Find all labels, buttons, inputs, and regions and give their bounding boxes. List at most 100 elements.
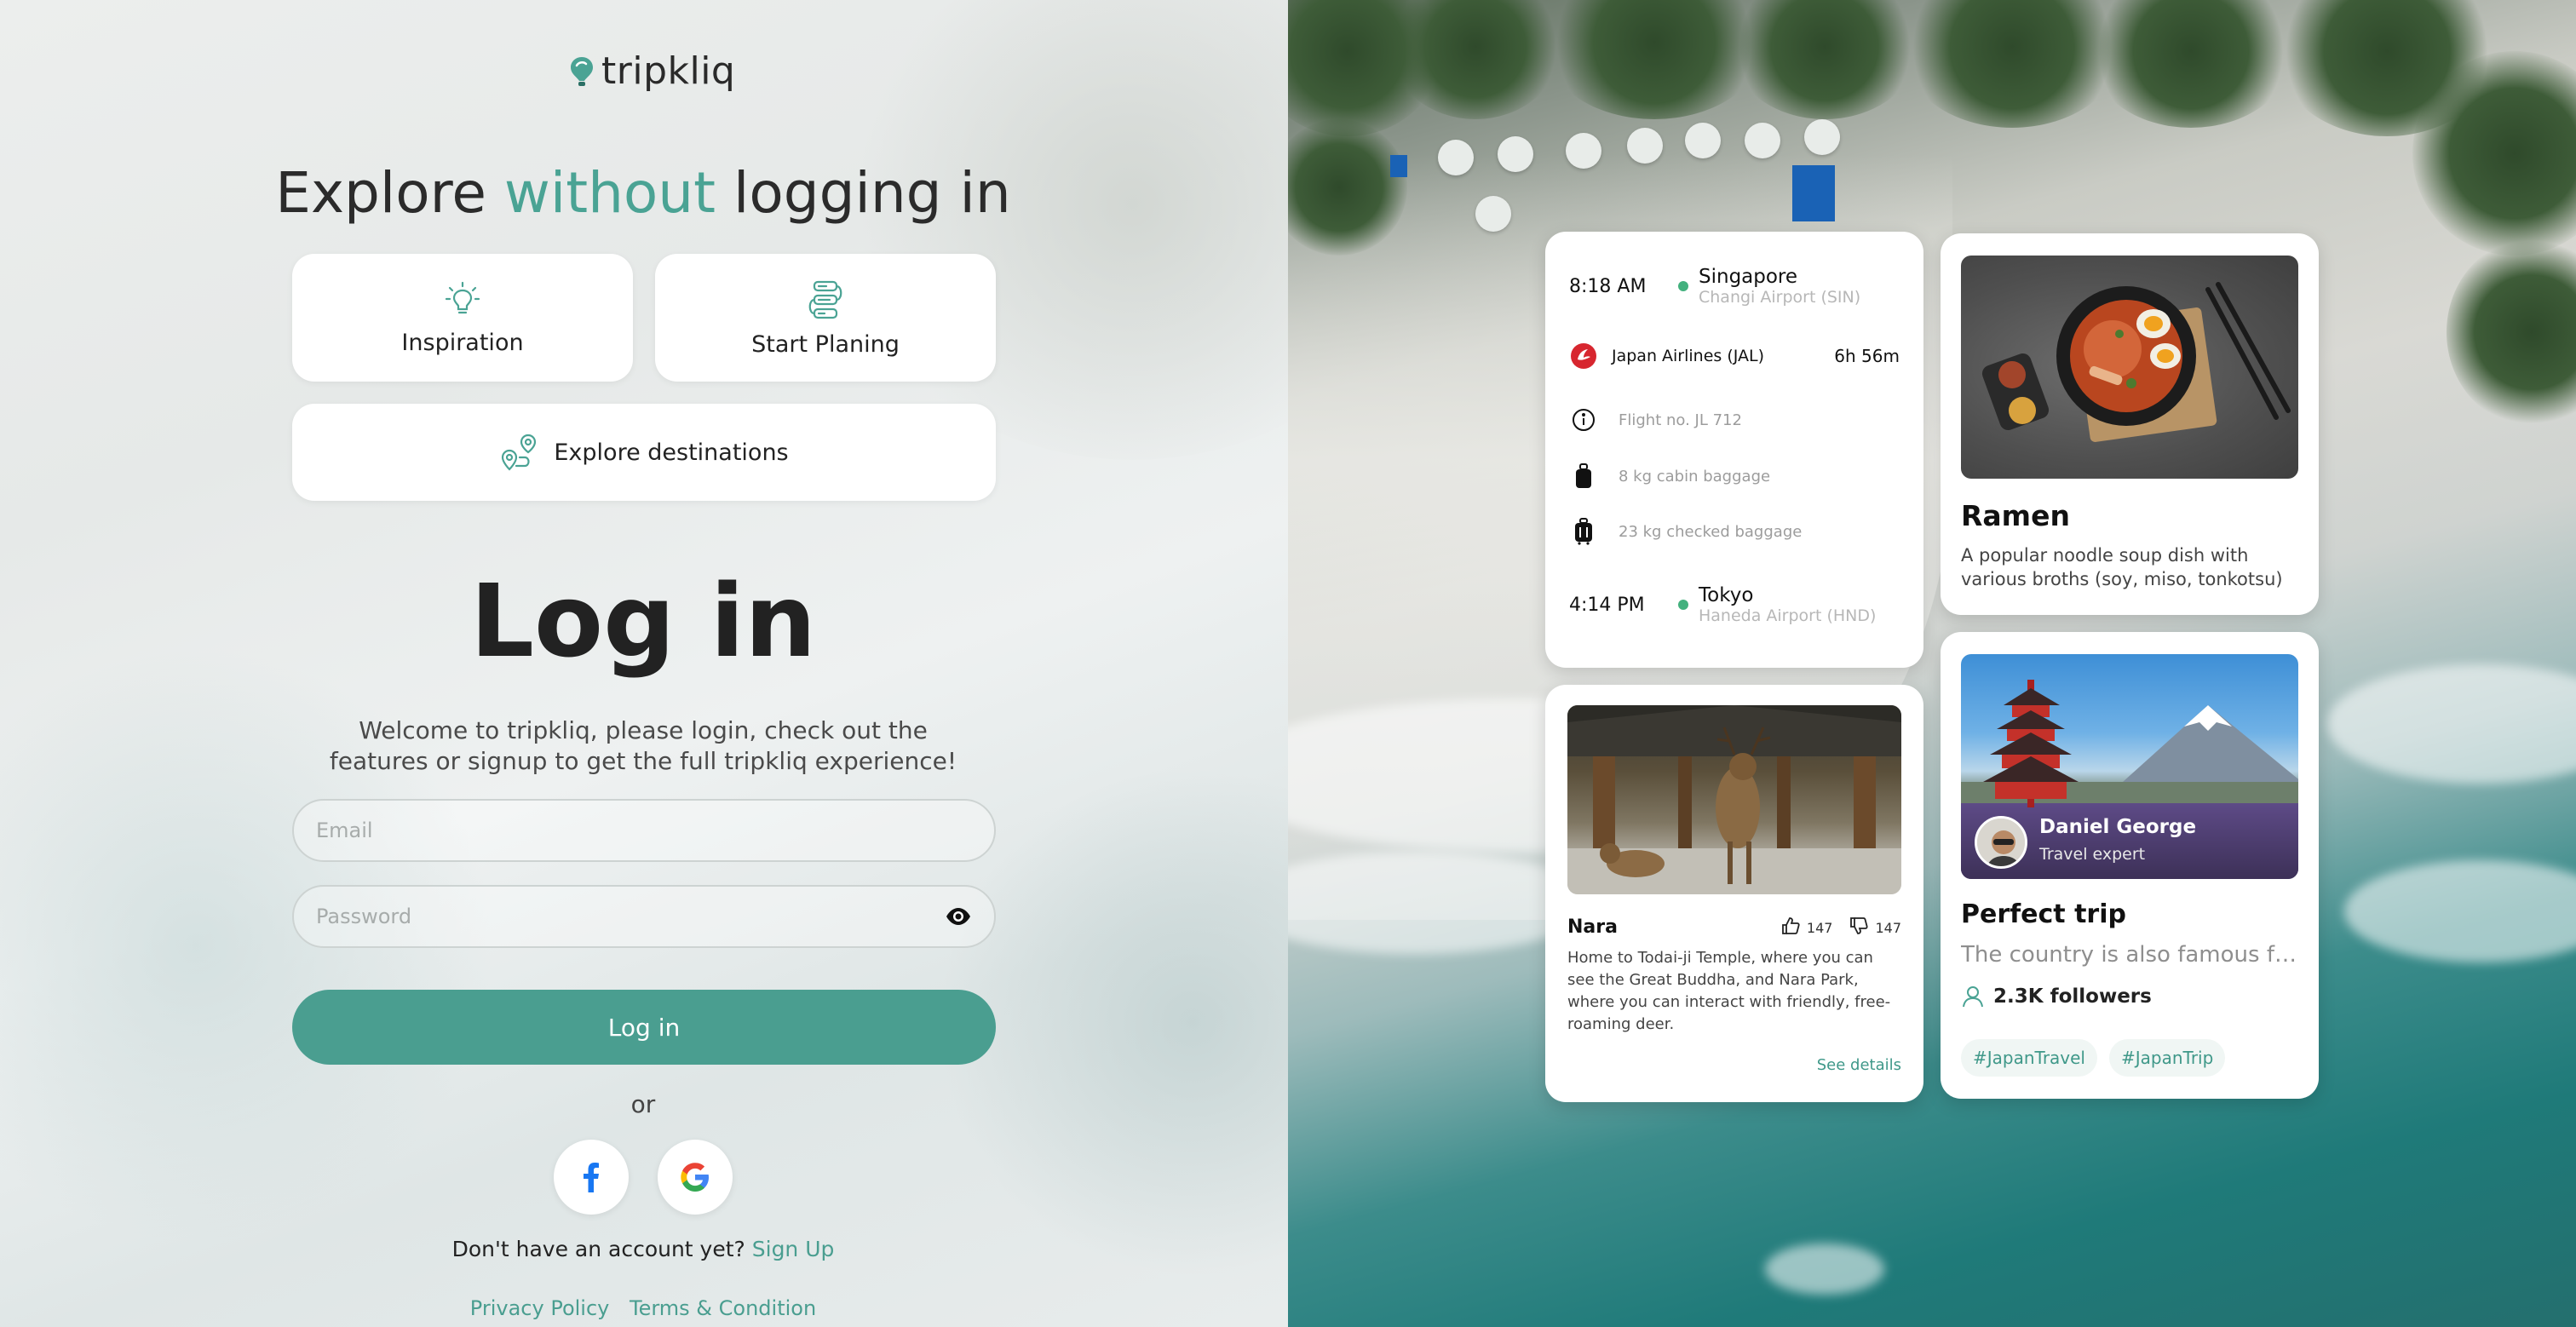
tag-japan-travel[interactable]: #JapanTravel [1961,1039,2097,1077]
checked-baggage-row: 23 kg checked baggage [1569,518,1900,545]
flight-duration: 6h 56m [1834,346,1900,366]
arrival-city: Tokyo [1699,584,1754,606]
followers-row: 2.3K followers [1961,985,2152,1008]
login-button[interactable]: Log in [292,990,996,1065]
nara-description: Home to Todai-ji Temple, where you can s… [1567,949,1891,1033]
info-icon [1569,407,1598,433]
privacy-policy-link[interactable]: Privacy Policy [470,1296,610,1320]
beach-tent [1390,155,1407,177]
facebook-login-button[interactable] [554,1140,629,1215]
flight-card[interactable]: 8:18 AM Singapore Changi Airport (SIN) J… [1545,232,1923,668]
lightbulb-icon [445,281,480,313]
departure-airport: Changi Airport (SIN) [1699,288,1861,307]
inspiration-label: Inspiration [401,329,524,356]
itinerary-icon [808,280,842,319]
eye-icon[interactable] [944,902,972,931]
suitcase-icon [1569,518,1598,545]
checked-baggage: 23 kg checked baggage [1619,522,1803,541]
nara-card[interactable]: Nara 147 147 Home to Todai-ji Temple, wh… [1545,685,1923,1102]
followers-count: 2.3K followers [1993,985,2152,1008]
palm-tree [2447,238,2576,426]
palm-tree [2089,0,2293,128]
airline-logo-icon [1569,342,1598,370]
logo-icon [571,56,593,86]
footer-links: Privacy Policy Terms & Condition [0,1296,1286,1320]
airline-name: Japan Airlines (JAL) [1612,347,1765,365]
password-input[interactable] [316,905,945,928]
signup-link[interactable]: Sign Up [752,1237,835,1261]
or-divider: or [630,1090,656,1118]
headline-post: logging in [716,160,1011,226]
arrival-airport: Haneda Airport (HND) [1699,606,1877,625]
google-icon [681,1163,709,1192]
map-pin-route-icon [502,434,537,471]
nara-title: Nara [1567,916,1618,938]
flight-number-row: Flight no. JL 712 [1569,407,1900,433]
explore-destinations-label: Explore destinations [554,439,789,466]
airline-row: Japan Airlines (JAL) 6h 56m [1569,342,1900,370]
dislikes-count: 147 [1875,919,1901,936]
departure-row: 8:18 AM Singapore Changi Airport (SIN) [1569,266,1900,307]
cabin-baggage-row: 8 kg cabin baggage [1569,463,1900,489]
beach-tent [1792,165,1835,221]
likes-count: 147 [1806,919,1833,936]
trip-title: Perfect trip [1961,899,2126,929]
ramen-title: Ramen [1961,499,2070,532]
headline-pre: Explore [275,160,504,226]
nara-image [1567,705,1901,894]
start-planning-button[interactable]: Start Planing [655,254,996,382]
trip-image: Daniel George Travel expert [1961,654,2298,879]
arrival-row: 4:14 PM Tokyo Haneda Airport (HND) [1569,584,1900,625]
flight-number: Flight no. JL 712 [1619,411,1742,429]
cabin-baggage: 8 kg cabin baggage [1619,467,1771,485]
wave-foam [1765,1244,1884,1295]
beach-umbrella [1627,128,1663,164]
beach-umbrella [1438,140,1474,175]
beach-umbrella [1498,136,1533,172]
ramen-image [1961,256,2298,479]
signup-text: Don't have an account yet? [451,1237,752,1261]
departure-location: Singapore Changi Airport (SIN) [1699,266,1860,307]
author-role: Travel expert [2039,845,2146,864]
start-planning-label: Start Planing [751,330,900,358]
arrival-location: Tokyo Haneda Airport (HND) [1699,584,1876,625]
departure-city: Singapore [1699,266,1798,288]
wave-foam [2344,860,2576,962]
avatar[interactable] [1975,816,2027,869]
wave-foam [2327,664,2576,784]
beach-umbrella [1745,123,1780,158]
google-login-button[interactable] [658,1140,733,1215]
cabin-bag-icon [1569,463,1598,489]
hero-image-panel [1288,0,2576,1327]
signup-prompt: Don't have an account yet? Sign Up [0,1237,1286,1261]
inspiration-button[interactable]: Inspiration [292,254,633,382]
arrival-dot [1678,600,1688,610]
palm-tree [1731,0,1918,119]
tag-japan-trip[interactable]: #JapanTrip [2109,1039,2226,1077]
facebook-icon [584,1163,599,1192]
background-blur [835,0,1288,460]
terms-link[interactable]: Terms & Condition [630,1296,816,1320]
explore-destinations-button[interactable]: Explore destinations [292,404,996,501]
beach-umbrella [1804,119,1840,155]
brand-name: tripkliq [601,49,736,93]
trip-card[interactable]: Daniel George Travel expert Perfect trip… [1941,632,2319,1099]
vote-counts: 147 147 [1781,916,1901,939]
email-input[interactable] [316,819,972,842]
page-title: Log in [469,562,817,680]
thumbs-down-icon[interactable] [1849,916,1869,939]
thumbs-up-icon[interactable] [1781,916,1800,939]
password-field[interactable] [292,885,996,948]
beach-umbrella [1685,123,1721,158]
beach-umbrella [1566,133,1601,169]
ramen-card[interactable]: Ramen A popular noodle soup dish with va… [1941,233,2319,615]
see-details-link[interactable]: See details [1817,1056,1901,1074]
welcome-text: Welcome to tripkliq, please login, check… [329,716,957,775]
email-field[interactable] [292,799,996,862]
author-name: Daniel George [2039,816,2197,838]
trip-description: The country is also famous fo... [1961,942,2298,968]
user-icon [1963,986,1983,1008]
brand-logo[interactable]: tripkliq [569,49,735,93]
ramen-description: A popular noodle soup dish with various … [1961,545,2283,589]
headline-accent: without [503,160,716,226]
